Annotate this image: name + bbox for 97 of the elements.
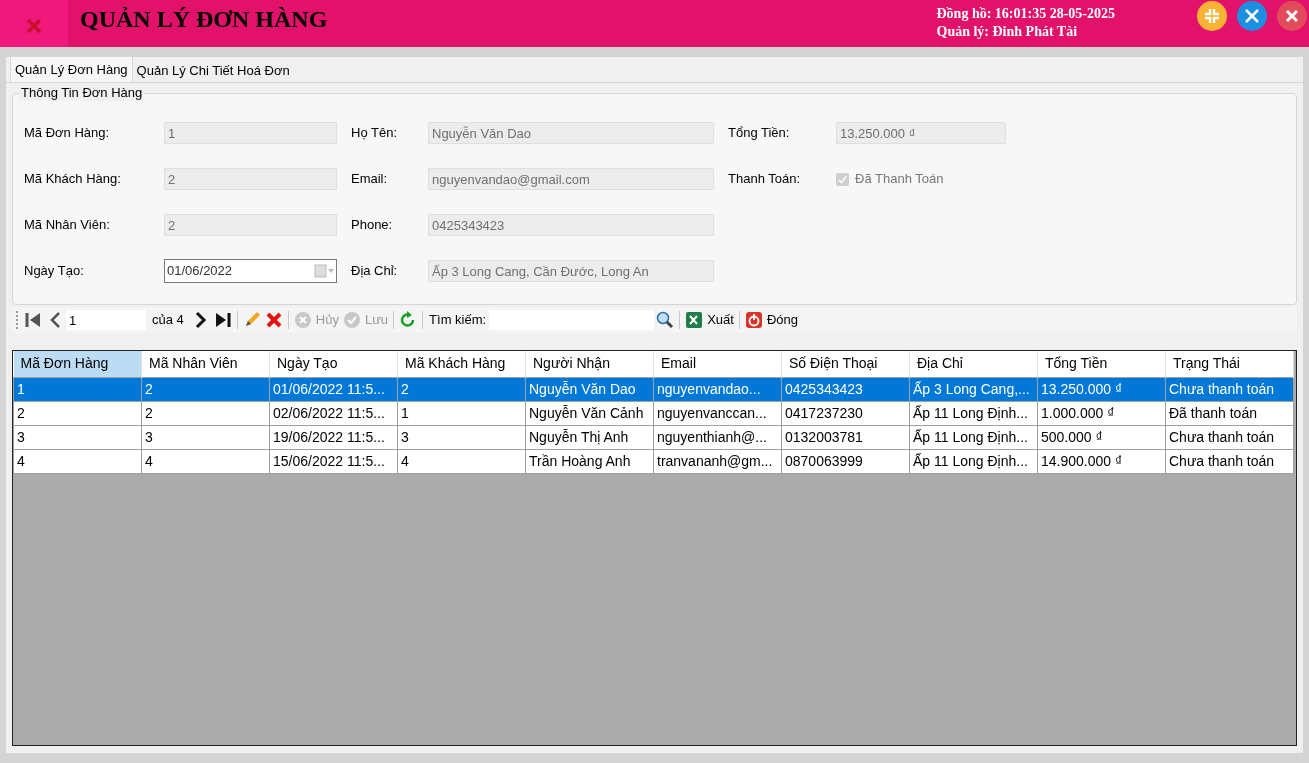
input-field[interactable]: Ấp 3 Long Cang, Cần Đước, Long An	[428, 260, 714, 282]
table-cell: 1	[13, 377, 142, 401]
table-cell: Trần Hoàng Anh	[525, 449, 654, 473]
compress-icon	[1204, 8, 1220, 24]
field-label: Thanh Toán:	[728, 170, 802, 189]
spreadsheet-icon	[685, 311, 704, 329]
table-cell: Chưa thanh toán	[1165, 425, 1294, 449]
table-cell: 0417237230	[781, 401, 910, 425]
input-field[interactable]: nguyenvandao@gmail.com	[428, 168, 714, 190]
field-label: Mã Khách Hàng:	[24, 170, 122, 189]
input-field[interactable]: 1	[164, 122, 337, 144]
table-cell: 0425343423	[781, 377, 910, 401]
manager-name: Quản lý: Đinh Phát Tài	[936, 23, 1079, 41]
column-header[interactable]: Số Điện Thoại	[781, 351, 910, 377]
table-cell: 3	[141, 425, 270, 449]
table-cell: nguyenvanccan...	[653, 401, 782, 425]
table-cell: Chưa thanh toán	[1165, 377, 1294, 401]
table-cell: 3	[397, 425, 526, 449]
group-title: Thông Tin Đơn Hàng	[19, 85, 145, 101]
input-field[interactable]: 0425343423	[428, 214, 714, 236]
delete-icon	[264, 311, 283, 329]
table-cell: Nguyễn Thị Anh	[525, 425, 654, 449]
cancel-icon	[293, 311, 312, 329]
table-cell: 4	[141, 449, 270, 473]
column-header[interactable]: Người Nhận	[525, 351, 654, 377]
input-field[interactable]: 2	[164, 214, 337, 236]
table-cell: Chưa thanh toán	[1165, 449, 1294, 473]
column-header[interactable]: Mã Đơn Hàng	[13, 351, 142, 377]
table-cell: 2	[13, 401, 142, 425]
field-label: Tổng Tiền:	[728, 124, 791, 143]
search-field[interactable]	[489, 310, 655, 330]
table-cell: 0132003781	[781, 425, 910, 449]
table-cell: Ấp 3 Long Cang,...	[909, 377, 1038, 401]
table-cell: Ấp 11 Long Định...	[909, 449, 1038, 473]
input-field[interactable]: 13.250.000 ₫	[836, 122, 1006, 144]
column-header[interactable]: Mã Nhân Viên	[141, 351, 270, 377]
power-icon	[744, 311, 763, 329]
input-field[interactable]: 2	[164, 168, 337, 190]
date-picker[interactable]: 01/06/2022	[164, 259, 337, 283]
table-cell: 2	[397, 377, 526, 401]
table-cell: Nguyễn Văn Dao	[525, 377, 654, 401]
table-cell: 02/06/2022 11:5...	[269, 401, 398, 425]
search-label: Tìm kiếm:	[429, 311, 487, 330]
column-header[interactable]: Mã Khách Hàng	[397, 351, 526, 377]
table-row[interactable]: 1 2 01/06/2022 11:5... 2 Nguyễn Văn Dao nguyenvandao... 0425343423 Ấp 3 Long Cang,... 13.250.000 ₫ Chưa thanh toán	[13, 377, 1294, 401]
close-button[interactable]	[1277, 1, 1307, 31]
table-cell: 15/06/2022 11:5...	[269, 449, 398, 473]
column-header[interactable]: Ngày Tạo	[269, 351, 398, 377]
field-label: Mã Đơn Hàng:	[24, 124, 111, 143]
table-cell: nguyenthianh@...	[653, 425, 782, 449]
table-cell: 4	[397, 449, 526, 473]
table-row[interactable]: 2 2 02/06/2022 11:5... 1 Nguyễn Văn Cảnh nguyenvanccan... 0417237230 Ấp 11 Long Định... 1.000.000 ₫ Đã thanh toán	[13, 401, 1294, 425]
maximize-button[interactable]	[1237, 1, 1267, 31]
table-cell: 1	[397, 401, 526, 425]
field-label: Email:	[351, 170, 389, 189]
table-cell: Đã thanh toán	[1165, 401, 1294, 425]
tab[interactable]: Quản Lý Đơn Hàng	[10, 56, 133, 82]
calendar-icon	[314, 264, 334, 278]
table-cell: 4	[13, 449, 142, 473]
table-row[interactable]: 4 4 15/06/2022 11:5... 4 Trần Hoàng Anh tranvananh@gm... 0870063999 Ấp 11 Long Định... 14.900.000 ₫ Chưa thanh toán	[13, 449, 1294, 473]
position-field[interactable]: 1	[66, 310, 146, 330]
close-button[interactable]: Đóng	[742, 309, 800, 331]
table-cell: Nguyễn Văn Cảnh	[525, 401, 654, 425]
export-button[interactable]: Xuất	[683, 309, 736, 331]
field-label: Họ Tên:	[351, 124, 398, 143]
table-cell: 13.250.000 ₫	[1037, 377, 1166, 401]
table-cell: 0870063999	[781, 449, 910, 473]
app-title: QUẢN LÝ ĐƠN HÀNG	[80, 6, 328, 34]
column-header[interactable]: Tổng Tiền	[1037, 351, 1166, 377]
table-cell: 1.000.000 ₫	[1037, 401, 1166, 425]
column-header[interactable]: Email	[653, 351, 782, 377]
table-cell: Ấp 11 Long Định...	[909, 401, 1038, 425]
table-cell: 14.900.000 ₫	[1037, 449, 1166, 473]
field-label: Mã Nhân Viên:	[24, 216, 111, 235]
field-label: Phone:	[351, 216, 394, 235]
last-icon	[213, 311, 232, 329]
column-header[interactable]: Trạng Thái	[1165, 351, 1294, 377]
table-cell: 19/06/2022 11:5...	[269, 425, 398, 449]
table-cell: 3	[13, 425, 142, 449]
close-icon	[1285, 9, 1299, 23]
table-row[interactable]: 3 3 19/06/2022 11:5... 3 Nguyễn Thị Anh nguyenthianh@... 0132003781 Ấp 11 Long Định... 500.000 ₫ Chưa thanh toán	[13, 425, 1294, 449]
table-cell: 01/06/2022 11:5...	[269, 377, 398, 401]
table-cell: nguyenvandao...	[653, 377, 782, 401]
minimize-button[interactable]	[1197, 1, 1227, 31]
table-cell: 2	[141, 401, 270, 425]
input-field[interactable]: Nguyễn Văn Dao	[428, 122, 714, 144]
table-cell: tranvananh@gm...	[653, 449, 782, 473]
table-cell: Ấp 11 Long Định...	[909, 425, 1038, 449]
check-icon	[342, 311, 361, 329]
page-count: của 4	[152, 311, 184, 330]
field-label: Ngày Tạo:	[24, 262, 85, 281]
clock-text: Đồng hồ: 16:01:35 28-05-2025	[936, 5, 1115, 23]
table-cell: 2	[141, 377, 270, 401]
first-icon	[24, 311, 42, 329]
table-cell: 500.000 ₫	[1037, 425, 1166, 449]
column-header[interactable]: Địa Chỉ	[909, 351, 1038, 377]
field-label: Địa Chỉ:	[351, 262, 399, 281]
